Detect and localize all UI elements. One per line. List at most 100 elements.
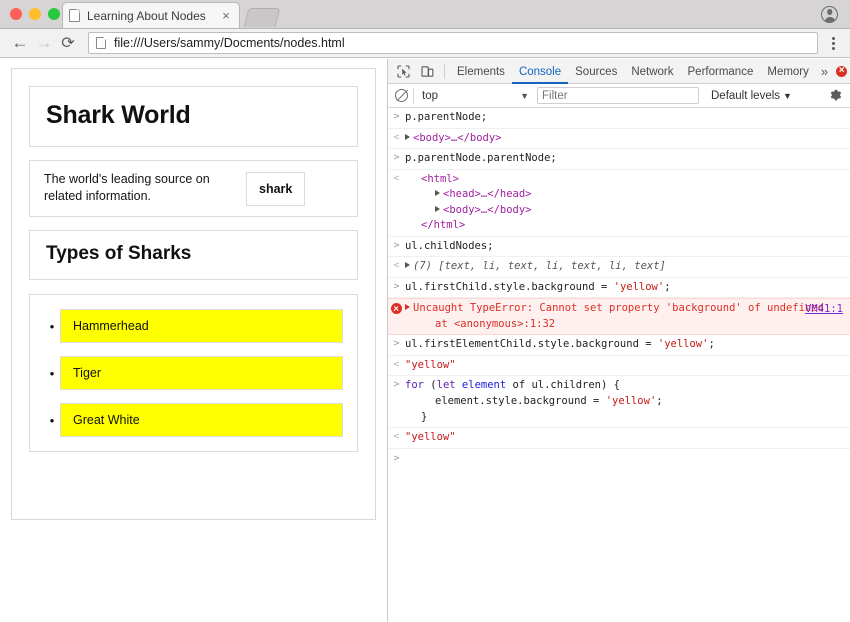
- browser-toolbar: ← → ⟳ file:///Users/sammy/Docments/nodes…: [0, 29, 850, 58]
- toolbar-divider: [444, 64, 445, 79]
- error-icon: [388, 301, 405, 332]
- console-output[interactable]: >p.parentNode;<<body>…</body>>p.parentNo…: [388, 108, 850, 622]
- devtools-tab-memory[interactable]: Memory: [760, 60, 816, 84]
- chevron-down-icon: ▼: [520, 91, 533, 101]
- console-output-marker: <: [388, 358, 405, 374]
- settings-gear-icon[interactable]: [828, 88, 843, 103]
- new-tab-button[interactable]: [244, 8, 281, 27]
- error-source-link[interactable]: VM41:1: [805, 302, 843, 318]
- execution-context-value: top: [422, 90, 438, 102]
- console-entry-text: ul.childNodes;: [405, 239, 850, 255]
- devtools-panel: ElementsConsoleSourcesNetworkPerformance…: [388, 59, 850, 622]
- browser-window: Learning About Nodes × ← → ⟳ file:///Use…: [0, 0, 850, 622]
- console-output-row: <"yellow": [388, 428, 850, 449]
- console-entry-text: <body>…</body>: [405, 131, 850, 147]
- page-list-outline: •Hammerhead•Tiger•Great White: [29, 294, 358, 452]
- content-area: Shark World The world's leading source o…: [0, 59, 850, 622]
- console-output-row: <(7) [text, li, text, li, text, li, text…: [388, 257, 850, 278]
- reload-icon[interactable]: ⟳: [56, 31, 80, 55]
- console-output-row: <<body>…</body>: [388, 129, 850, 150]
- console-output-row: <"yellow": [388, 356, 850, 377]
- console-input-row: >ul.firstChild.style.background = 'yello…: [388, 278, 850, 299]
- console-filter-input[interactable]: [537, 87, 699, 104]
- expand-triangle-icon[interactable]: [405, 262, 410, 268]
- page-strong-text: shark: [246, 172, 305, 206]
- device-toolbar-icon[interactable]: [415, 60, 439, 83]
- console-input-row: >p.parentNode.parentNode;: [388, 149, 850, 170]
- rendered-webpage: Shark World The world's leading source o…: [0, 59, 388, 622]
- minimize-window-button[interactable]: [29, 8, 41, 20]
- log-levels-select[interactable]: Default levels▼: [711, 90, 792, 102]
- profile-avatar-icon[interactable]: [821, 6, 838, 23]
- console-input-marker: >: [388, 378, 405, 425]
- page-paragraph-outline: The world's leading source on related in…: [29, 160, 358, 217]
- list-item: •Hammerhead: [44, 309, 343, 343]
- console-input-marker: >: [388, 337, 405, 353]
- devtools-tab-network[interactable]: Network: [624, 60, 680, 84]
- console-entry-text: Uncaught TypeError: Cannot set property …: [405, 301, 850, 332]
- page-subheading-outline: Types of Sharks: [29, 230, 358, 280]
- forward-icon[interactable]: →: [32, 31, 56, 55]
- devtools-tab-performance[interactable]: Performance: [681, 60, 761, 84]
- console-input-marker: >: [388, 151, 405, 167]
- address-bar[interactable]: file:///Users/sammy/Docments/nodes.html: [88, 32, 818, 54]
- expand-triangle-icon[interactable]: [435, 206, 440, 212]
- console-entry-text: p.parentNode.parentNode;: [405, 151, 850, 167]
- console-entry-text: "yellow": [405, 430, 850, 446]
- devtools-tab-sources[interactable]: Sources: [568, 60, 624, 84]
- console-entry-text: <html><head>…</head><body>…</body></html…: [405, 172, 850, 234]
- console-input-marker: >: [388, 280, 405, 296]
- console-error-row: Uncaught TypeError: Cannot set property …: [388, 298, 850, 335]
- list-item: •Great White: [44, 403, 343, 437]
- address-bar-url: file:///Users/sammy/Docments/nodes.html: [114, 36, 345, 50]
- page-body-outline: Shark World The world's leading source o…: [11, 68, 376, 520]
- list-item: •Tiger: [44, 356, 343, 390]
- page-subtitle: Types of Sharks: [46, 243, 341, 265]
- console-prompt-row[interactable]: >: [388, 449, 850, 469]
- inspect-element-icon[interactable]: [391, 60, 415, 83]
- console-input-row: >for (let element of ul.children) {eleme…: [388, 376, 850, 428]
- devtools-tab-elements[interactable]: Elements: [450, 60, 512, 84]
- browser-menu-icon[interactable]: [824, 31, 842, 55]
- log-levels-value: Default levels: [711, 90, 780, 102]
- page-favicon-icon: [69, 9, 80, 22]
- console-input-row: >p.parentNode;: [388, 108, 850, 129]
- tab-close-icon[interactable]: ×: [219, 9, 233, 22]
- list-bullet-icon: •: [44, 367, 60, 380]
- expand-triangle-icon[interactable]: [405, 134, 410, 140]
- tab-title: Learning About Nodes: [87, 9, 219, 23]
- browser-tab[interactable]: Learning About Nodes ×: [62, 2, 240, 28]
- page-heading-outline: Shark World: [29, 86, 358, 147]
- devtools-tab-console[interactable]: Console: [512, 60, 568, 84]
- list-item-label: Hammerhead: [60, 309, 343, 343]
- console-input-marker: >: [388, 110, 405, 126]
- tab-strip: Learning About Nodes ×: [0, 0, 850, 29]
- error-circle-icon: [836, 66, 847, 77]
- execution-context-select[interactable]: top ▼: [413, 88, 533, 104]
- clear-console-icon[interactable]: [395, 89, 408, 102]
- list-item-label: Great White: [60, 403, 343, 437]
- more-tabs-icon[interactable]: »: [816, 64, 833, 79]
- list-bullet-icon: •: [44, 320, 60, 333]
- devtools-tabs: ElementsConsoleSourcesNetworkPerformance…: [450, 59, 816, 84]
- list-bullet-icon: •: [44, 414, 60, 427]
- console-entry-text: "yellow": [405, 358, 850, 374]
- console-entry-text: [405, 452, 850, 467]
- devtools-tab-bar: ElementsConsoleSourcesNetworkPerformance…: [388, 59, 850, 84]
- console-entry-text: (7) [text, li, text, li, text, li, text]: [405, 259, 850, 275]
- console-output-marker: <: [388, 259, 405, 275]
- page-title: Shark World: [46, 101, 341, 130]
- shark-list: •Hammerhead•Tiger•Great White: [44, 309, 343, 437]
- chevron-down-icon-levels: ▼: [783, 91, 792, 101]
- back-icon[interactable]: ←: [8, 31, 32, 55]
- expand-triangle-icon[interactable]: [405, 304, 410, 310]
- expand-triangle-icon[interactable]: [435, 190, 440, 196]
- close-window-button[interactable]: [10, 8, 22, 20]
- console-filter-bar: top ▼ Default levels▼: [388, 84, 850, 108]
- console-entry-text: p.parentNode;: [405, 110, 850, 126]
- console-output-marker: <: [388, 131, 405, 147]
- zoom-window-button[interactable]: [48, 8, 60, 20]
- console-input-row: >ul.childNodes;: [388, 237, 850, 258]
- console-entry-text: for (let element of ul.children) {elemen…: [405, 378, 850, 425]
- error-count-badge[interactable]: 1: [833, 65, 850, 77]
